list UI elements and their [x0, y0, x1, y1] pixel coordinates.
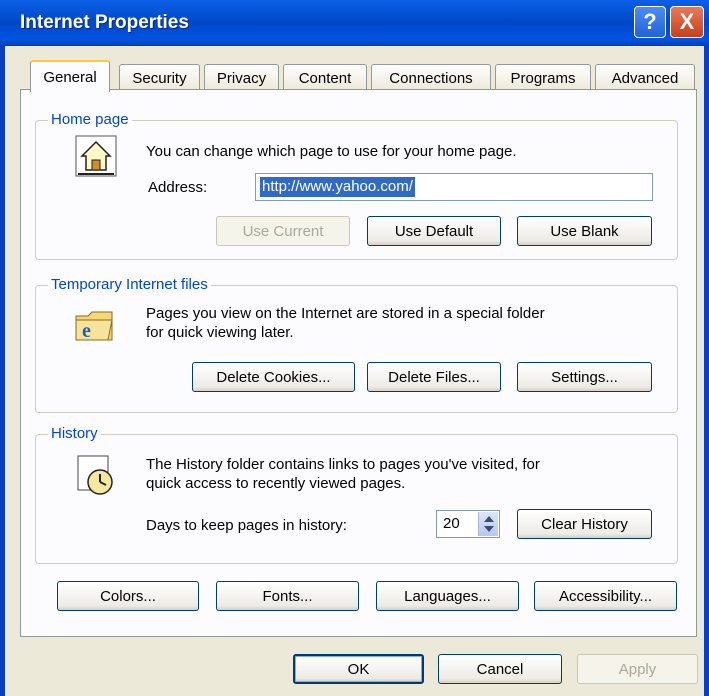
tab-security[interactable]: Security	[119, 64, 200, 91]
stepper-arrows-icon[interactable]	[478, 512, 498, 536]
address-label: Address:	[148, 179, 208, 196]
home-page-description: You can change which page to use for you…	[146, 143, 517, 160]
history-description-line1: The History folder contains links to pag…	[146, 456, 540, 473]
settings-button[interactable]: Settings...	[517, 362, 652, 392]
colors-button[interactable]: Colors...	[57, 581, 199, 611]
cancel-button[interactable]: Cancel	[438, 654, 562, 684]
tab-general[interactable]: General	[30, 60, 110, 92]
tab-advanced[interactable]: Advanced	[595, 64, 695, 91]
days-to-keep-value: 20	[443, 515, 460, 532]
history-description-line2: quick access to recently viewed pages.	[146, 475, 406, 492]
ok-button[interactable]: OK	[293, 654, 424, 684]
delete-files-button[interactable]: Delete Files...	[367, 362, 501, 392]
window-title: Internet Properties	[20, 12, 189, 33]
svg-text:e: e	[82, 320, 91, 342]
title-bar[interactable]: Internet Properties ? X	[0, 0, 709, 46]
delete-cookies-button[interactable]: Delete Cookies...	[192, 362, 355, 392]
use-default-button[interactable]: Use Default	[367, 216, 501, 246]
tab-programs[interactable]: Programs	[495, 64, 591, 91]
apply-button[interactable]: Apply	[577, 654, 698, 684]
tab-connections[interactable]: Connections	[371, 64, 491, 91]
window-frame-right	[704, 46, 709, 696]
days-to-keep-label: Days to keep pages in history:	[146, 517, 347, 534]
tab-content[interactable]: Content	[283, 64, 367, 91]
fonts-button[interactable]: Fonts...	[216, 581, 359, 611]
address-value: http://www.yahoo.com/	[260, 177, 415, 197]
temporary-files-group-label: Temporary Internet files	[48, 276, 211, 293]
window-frame-left	[0, 46, 5, 696]
help-icon: ?	[643, 9, 657, 34]
temporary-files-description-line2: for quick viewing later.	[146, 324, 294, 341]
address-input[interactable]: http://www.yahoo.com/	[255, 173, 653, 201]
languages-button[interactable]: Languages...	[376, 581, 519, 611]
close-button[interactable]: X	[670, 6, 704, 38]
temporary-files-folder-icon: e	[75, 311, 113, 342]
home-page-icon	[75, 135, 117, 177]
history-group-label: History	[48, 425, 101, 442]
tab-privacy[interactable]: Privacy	[204, 64, 279, 91]
temporary-files-description-line1: Pages you view on the Internet are store…	[146, 305, 545, 322]
accessibility-button[interactable]: Accessibility...	[534, 581, 677, 611]
clear-history-button[interactable]: Clear History	[517, 509, 652, 539]
use-blank-button[interactable]: Use Blank	[517, 216, 652, 246]
close-icon: X	[679, 9, 695, 34]
history-icon	[77, 455, 113, 495]
use-current-button[interactable]: Use Current	[216, 216, 350, 246]
help-button[interactable]: ?	[634, 6, 666, 38]
history-group: History	[35, 425, 678, 564]
days-to-keep-stepper[interactable]: 20	[436, 510, 500, 538]
internet-properties-dialog: Internet Properties ? X General Security…	[0, 0, 709, 696]
home-page-group-label: Home page	[48, 111, 132, 128]
